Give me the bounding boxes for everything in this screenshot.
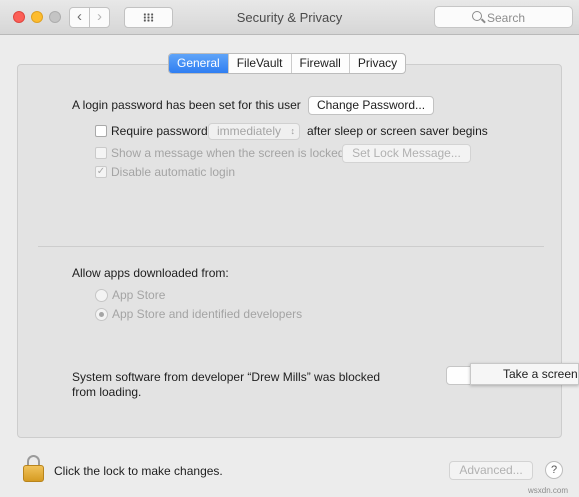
section-divider <box>38 246 544 247</box>
require-password-delay-value: immediately <box>217 124 282 138</box>
disable-auto-login-label: Disable automatic login <box>111 165 236 179</box>
require-password-checkbox[interactable] <box>95 125 107 137</box>
set-lock-message-button[interactable]: Set Lock Message... <box>342 144 471 163</box>
blocked-message-line2: from loading. <box>72 385 142 399</box>
updown-chevron-icon: ↕ <box>290 126 296 136</box>
tab-bar: General FileVault Firewall Privacy <box>168 53 407 74</box>
watermark: wsxdn.com <box>528 486 569 495</box>
require-password-delay-select[interactable]: immediately ↕ <box>208 123 300 140</box>
allow-apps-heading: Allow apps downloaded from: <box>72 266 229 280</box>
tab-firewall[interactable]: Firewall <box>290 54 349 73</box>
tab-privacy[interactable]: Privacy <box>348 54 405 73</box>
radio-app-store-label: App Store <box>112 288 166 302</box>
search-input[interactable]: Search <box>434 6 573 28</box>
radio-identified-developers-label: App Store and identified developers <box>112 307 303 321</box>
tab-filevault[interactable]: FileVault <box>227 54 291 73</box>
blocked-message-line1: System software from developer “Drew Mil… <box>72 370 381 384</box>
lock-body <box>23 465 44 482</box>
change-password-button[interactable]: Change Password... <box>308 96 434 115</box>
show-message-label: Show a message when the screen is locked <box>111 146 345 160</box>
advanced-button[interactable]: Advanced... <box>449 461 533 480</box>
search-placeholder: Search <box>487 11 526 25</box>
radio-app-store[interactable] <box>95 289 108 302</box>
radio-identified-developers[interactable] <box>95 308 108 321</box>
lock-text: Click the lock to make changes. <box>54 464 223 478</box>
disable-auto-login-checkbox[interactable]: ✓ <box>95 166 107 178</box>
show-message-checkbox[interactable] <box>95 147 107 159</box>
title-bar: ‹ › Security & Privacy Search <box>0 0 579 35</box>
lock-icon[interactable] <box>23 455 44 482</box>
login-password-text: A login password has been set for this u… <box>72 98 301 112</box>
search-icon <box>472 11 482 21</box>
help-button[interactable]: ? <box>545 461 563 479</box>
require-password-suffix: after sleep or screen saver begins <box>307 124 488 138</box>
require-password-label: Require password <box>111 124 208 138</box>
tab-general[interactable]: General <box>169 54 228 73</box>
screenshot-tooltip: Take a screenshot <box>470 363 579 385</box>
checkmark-icon: ✓ <box>96 166 106 177</box>
